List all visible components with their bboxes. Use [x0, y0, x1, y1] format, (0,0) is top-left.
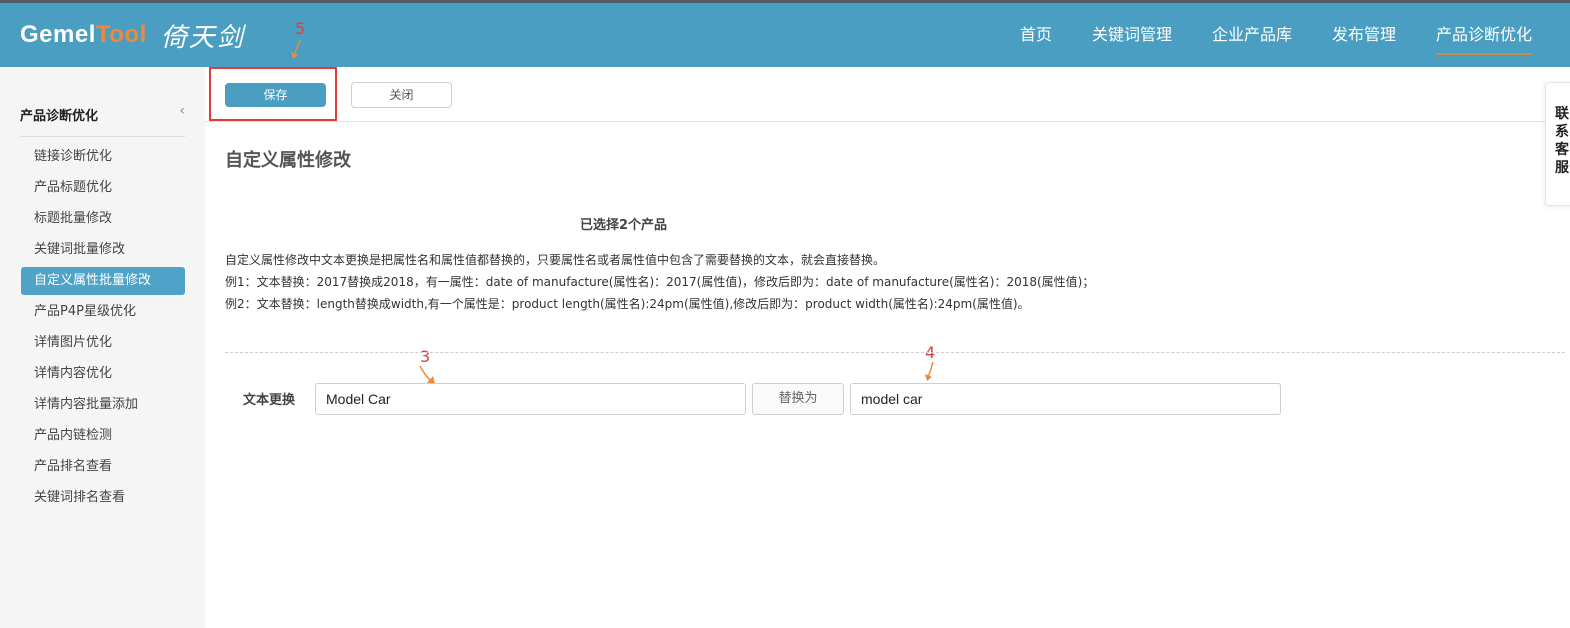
- description-line-3: 例2：文本替换：length替换成width,有一个属性是：product le…: [225, 297, 1030, 311]
- logo-text-tool: Tool: [95, 21, 147, 48]
- sidebar-item-link-diagnosis[interactable]: 链接诊断优化: [21, 143, 185, 171]
- sidebar-item-p4p-star[interactable]: 产品P4P星级优化: [21, 298, 185, 326]
- sidebar-title: 产品诊断优化 ‹: [20, 103, 185, 137]
- sidebar-item-product-rank[interactable]: 产品排名查看: [21, 453, 185, 481]
- logo[interactable]: Gemel Tool 倚天剑: [20, 17, 245, 53]
- annotation-arrow-5-icon: [291, 39, 301, 59]
- description-line-2: 例1：文本替换：2017替换成2018，有一属性：date of manufac…: [225, 275, 1095, 289]
- contact-support-char-4: 服: [1555, 160, 1569, 176]
- sidebar-item-detail-batch-add[interactable]: 详情内容批量添加: [21, 391, 185, 419]
- sidebar-item-detail-image[interactable]: 详情图片优化: [21, 329, 185, 357]
- replace-with-button[interactable]: 替换为: [752, 383, 844, 415]
- sidebar-menu: 链接诊断优化 产品标题优化 标题批量修改 关键词批量修改 自定义属性批量修改 产…: [21, 143, 185, 515]
- logo-text-gemel: Gemel: [20, 21, 96, 48]
- description-block: 自定义属性修改中文本更换是把属性名和属性值都替换的，只要属性名或者属性值中包含了…: [225, 249, 1094, 315]
- dashed-divider: [225, 352, 1565, 353]
- sidebar-item-keyword-batch-edit[interactable]: 关键词批量修改: [21, 236, 185, 264]
- nav-publish-management[interactable]: 发布管理: [1332, 3, 1396, 67]
- sidebar-item-custom-attr-batch-edit[interactable]: 自定义属性批量修改: [21, 267, 185, 295]
- sidebar-item-detail-content[interactable]: 详情内容优化: [21, 360, 185, 388]
- main-nav: 首页 关键词管理 企业产品库 发布管理 产品诊断优化: [980, 3, 1533, 67]
- text-replace-label: 文本更换: [243, 393, 296, 408]
- chevron-left-icon[interactable]: ‹: [179, 103, 185, 119]
- annotation-arrow-4-icon: [925, 361, 934, 381]
- contact-support-char-1: 联: [1555, 106, 1569, 122]
- sidebar-item-title-batch-edit[interactable]: 标题批量修改: [21, 205, 185, 233]
- replace-to-input[interactable]: [850, 383, 1281, 415]
- contact-support-tab[interactable]: 联 系 客 服: [1545, 82, 1570, 206]
- contact-support-char-3: 客: [1555, 142, 1569, 158]
- nav-home[interactable]: 首页: [1020, 3, 1052, 67]
- sidebar-item-internal-link[interactable]: 产品内链检测: [21, 422, 185, 450]
- description-line-1: 自定义属性修改中文本更换是把属性名和属性值都替换的，只要属性名或者属性值中包含了…: [225, 253, 886, 267]
- sidebar-item-keyword-rank[interactable]: 关键词排名查看: [21, 484, 185, 512]
- app-header: Gemel Tool 倚天剑 首页 关键词管理 企业产品库 发布管理 产品诊断优化: [0, 3, 1570, 67]
- contact-support-char-2: 系: [1555, 124, 1569, 140]
- save-button[interactable]: 保存: [225, 83, 326, 107]
- replace-from-input[interactable]: [315, 383, 746, 415]
- sidebar-item-title-optimize[interactable]: 产品标题优化: [21, 174, 185, 202]
- nav-product-diagnosis[interactable]: 产品诊断优化: [1435, 3, 1533, 67]
- nav-keyword-management[interactable]: 关键词管理: [1092, 3, 1172, 67]
- page-title: 自定义属性修改: [225, 150, 351, 171]
- close-button[interactable]: 关闭: [351, 82, 452, 108]
- sidebar-title-text: 产品诊断优化: [20, 109, 99, 124]
- nav-product-library[interactable]: 企业产品库: [1212, 3, 1292, 67]
- annotation-marker-5: 5: [295, 19, 306, 38]
- selected-products-count: 已选择2个产品: [580, 218, 668, 233]
- logo-chinese-calligraphy: 倚天剑: [160, 22, 245, 53]
- toolbar-divider: [205, 121, 1570, 122]
- sidebar: 产品诊断优化 ‹ 链接诊断优化 产品标题优化 标题批量修改 关键词批量修改 自定…: [0, 67, 205, 628]
